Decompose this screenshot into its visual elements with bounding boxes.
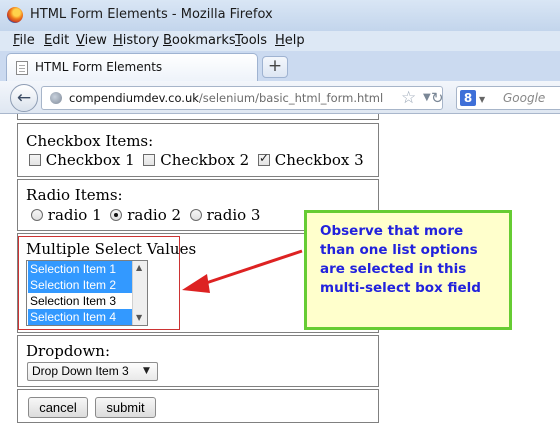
- navigation-toolbar: ← compendiumdev.co.uk/selenium/basic_htm…: [0, 81, 560, 114]
- firefox-logo-icon: [7, 7, 23, 23]
- google-search-engine-icon[interactable]: 8: [460, 90, 476, 106]
- bookmark-star-icon[interactable]: ☆: [401, 88, 416, 108]
- menu-bar: File Edit View History Bookmarks Tools H…: [0, 31, 560, 51]
- menu-history[interactable]: History: [113, 33, 159, 48]
- search-box[interactable]: 8 ▼ Google: [456, 86, 560, 110]
- annotation-text: Observe that more than one list options …: [320, 223, 481, 296]
- new-tab-button[interactable]: +: [262, 56, 288, 78]
- url-host: compendiumdev.co.uk: [69, 91, 199, 105]
- search-placeholder: Google: [503, 91, 546, 105]
- reload-icon[interactable]: ↻: [431, 89, 444, 107]
- page-icon: [16, 61, 28, 75]
- tab-html-form-elements[interactable]: HTML Form Elements: [6, 53, 258, 81]
- window-title: HTML Form Elements - Mozilla Firefox: [30, 7, 273, 22]
- page-content: Checkbox Items: Checkbox 1 Checkbox 2 Ch…: [0, 114, 560, 438]
- url-path: /selenium/basic_html_form.html: [198, 91, 384, 105]
- arrow-head-icon: [182, 274, 210, 293]
- url-text: compendiumdev.co.uk/selenium/basic_html_…: [69, 91, 383, 105]
- history-dropdown-icon[interactable]: ▼: [423, 92, 431, 103]
- menu-tools[interactable]: Tools: [235, 33, 267, 48]
- tab-strip: HTML Form Elements +: [0, 51, 560, 81]
- site-identity-icon[interactable]: [50, 92, 62, 104]
- annotation-callout: Observe that more than one list options …: [304, 210, 512, 330]
- tab-label: HTML Form Elements: [35, 60, 163, 74]
- back-button[interactable]: ←: [10, 84, 38, 112]
- menu-view[interactable]: View: [76, 33, 107, 48]
- menu-file[interactable]: File: [13, 33, 35, 48]
- menu-bookmarks[interactable]: Bookmarks: [163, 33, 236, 48]
- window-title-bar: HTML Form Elements - Mozilla Firefox: [0, 0, 560, 43]
- menu-edit[interactable]: Edit: [44, 33, 69, 48]
- search-engine-dropdown-icon[interactable]: ▼: [479, 95, 485, 104]
- menu-help[interactable]: Help: [275, 33, 305, 48]
- address-bar[interactable]: compendiumdev.co.uk/selenium/basic_html_…: [41, 86, 444, 110]
- arrow-shaft: [199, 249, 303, 287]
